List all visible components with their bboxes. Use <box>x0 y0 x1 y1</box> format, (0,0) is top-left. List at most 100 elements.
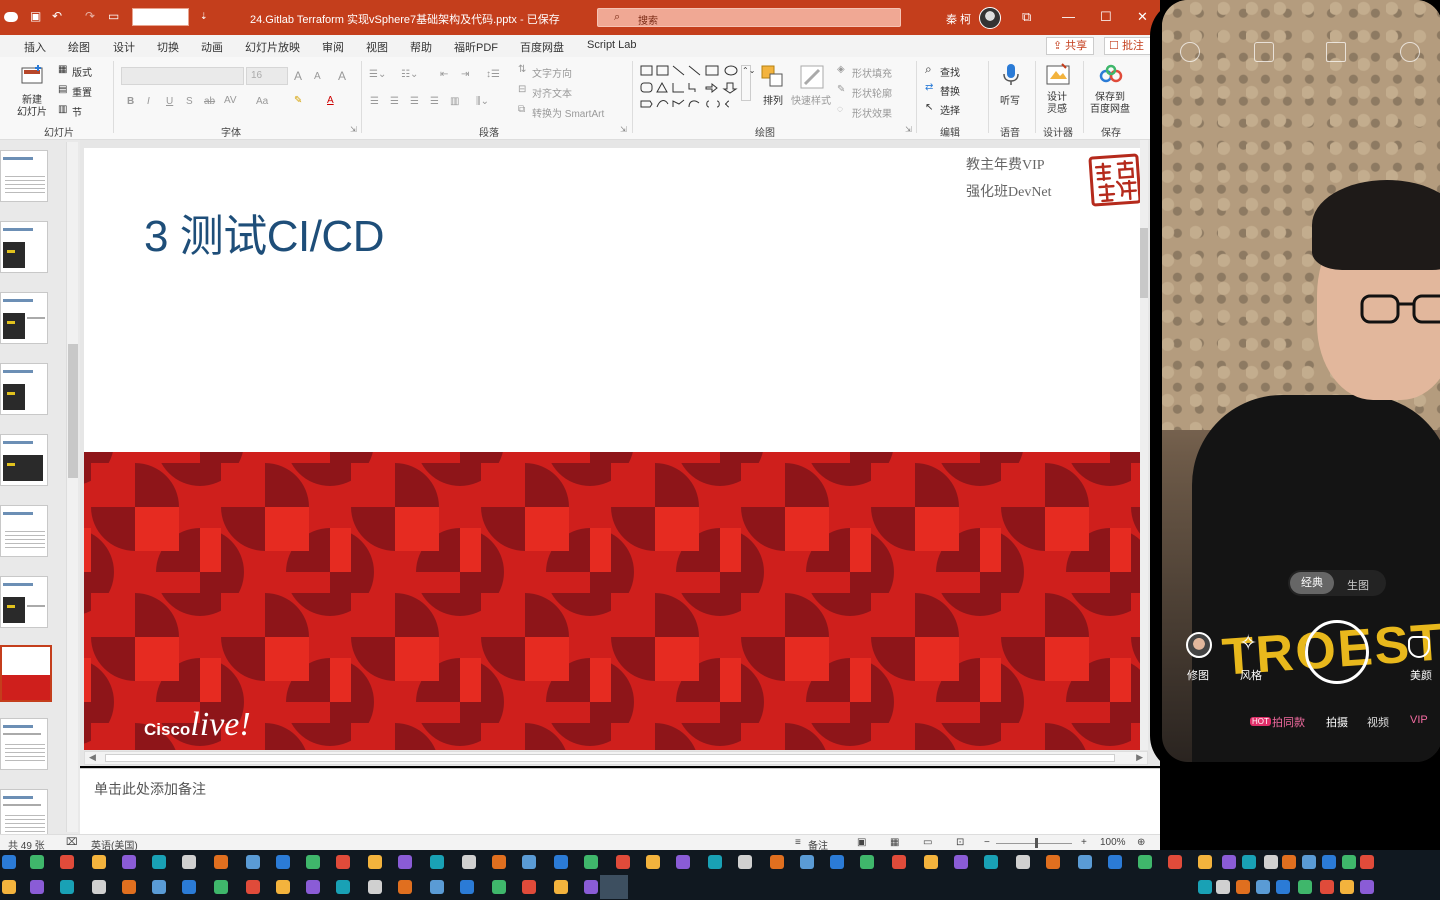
slideshow-icon[interactable]: ⊡ <box>956 837 964 848</box>
change-case-button[interactable]: Aa <box>256 96 268 107</box>
taskbar-app-icon[interactable] <box>1282 855 1296 869</box>
mode-same-style[interactable]: 拍同款 <box>1272 714 1305 730</box>
taskbar-app-icon[interactable] <box>2 880 16 894</box>
taskbar-app-icon[interactable] <box>1222 855 1236 869</box>
beauty-icon[interactable] <box>1408 636 1430 658</box>
shape-effects-button[interactable]: 形状效果 <box>852 105 892 120</box>
taskbar-app-icon[interactable] <box>1340 880 1354 894</box>
notes-pane[interactable]: 单击此处添加备注 <box>80 768 1160 834</box>
scrollbar-thumb[interactable] <box>68 344 78 478</box>
taskbar-app-icon[interactable] <box>492 880 506 894</box>
taskbar-app-icon[interactable] <box>92 880 106 894</box>
zoom-slider-thumb[interactable] <box>1035 838 1038 848</box>
paragraph-launcher-icon[interactable]: ⇲ <box>620 125 627 134</box>
shapes-gallery[interactable] <box>639 63 739 115</box>
columns-icon[interactable]: ⫼⌄ <box>476 96 489 107</box>
decrease-indent-icon[interactable]: ⇤ <box>440 69 448 80</box>
grow-font-button[interactable]: A <box>294 69 302 83</box>
taskbar-app-icon[interactable] <box>924 855 938 869</box>
slide-thumbnail-selected[interactable] <box>0 645 52 702</box>
taskbar-app-icon[interactable] <box>1298 880 1312 894</box>
taskbar-app-icon[interactable] <box>182 855 196 869</box>
slide-sorter-icon[interactable]: ▦ <box>890 837 899 848</box>
taskbar-app-icon[interactable] <box>1168 855 1182 869</box>
mode-video[interactable]: 视频 <box>1367 714 1389 730</box>
find-button[interactable]: 查找 <box>940 64 960 79</box>
shrink-font-button[interactable]: A <box>314 71 321 82</box>
taskbar-app-icon[interactable] <box>306 855 320 869</box>
taskbar-app-icon[interactable] <box>276 880 290 894</box>
char-spacing-button[interactable]: AV <box>224 95 237 106</box>
customize-qat-icon[interactable]: ⇣ <box>200 11 208 29</box>
taskbar-app-icon[interactable] <box>398 880 412 894</box>
avatar[interactable] <box>979 7 1001 29</box>
slide-title[interactable]: 3 测试CI/CD <box>144 200 384 264</box>
taskbar-app-icon[interactable] <box>892 855 906 869</box>
taskbar-app-icon[interactable] <box>584 880 598 894</box>
save-icon[interactable]: ▣ <box>30 9 41 27</box>
dictate-button[interactable]: 听写 <box>1000 92 1020 107</box>
taskbar-app-icon[interactable] <box>1322 855 1336 869</box>
tab-view[interactable]: 视图 <box>366 39 388 55</box>
notes-placeholder[interactable]: 单击此处添加备注 <box>94 779 206 799</box>
undo-icon[interactable]: ↶ <box>52 9 62 27</box>
zoom-slider[interactable] <box>996 843 1072 844</box>
taskbar-app-icon[interactable] <box>1264 855 1278 869</box>
shutter-button[interactable] <box>1305 620 1369 684</box>
pause-icon[interactable] <box>1180 42 1200 62</box>
taskbar-app-icon[interactable] <box>708 855 722 869</box>
slide-thumbnail[interactable] <box>0 363 48 415</box>
reset-button[interactable]: 重置 <box>72 84 92 99</box>
highlight-button[interactable]: ✎ <box>294 95 302 106</box>
align-text-button[interactable]: 对齐文本 <box>532 85 572 100</box>
taskbar-app-icon[interactable] <box>1138 855 1152 869</box>
taskbar-app-icon[interactable] <box>398 855 412 869</box>
underline-button[interactable]: U <box>166 96 173 107</box>
taskbar-app-icon[interactable] <box>1302 855 1316 869</box>
taskbar-app-icon[interactable] <box>30 855 44 869</box>
slide-thumbnail[interactable] <box>0 505 48 557</box>
taskbar-app-icon[interactable] <box>336 855 350 869</box>
tab-insert[interactable]: 插入 <box>24 39 46 55</box>
taskbar-app-icon[interactable] <box>1360 855 1374 869</box>
taskbar-app-icon[interactable] <box>1046 855 1060 869</box>
taskbar-app-icon[interactable] <box>800 855 814 869</box>
taskbar-app-icon[interactable] <box>1108 855 1122 869</box>
maximize-icon[interactable]: ☐ <box>1100 9 1112 25</box>
scroll-left-icon[interactable]: ◀ <box>89 752 96 763</box>
tab-design[interactable]: 设计 <box>113 39 135 55</box>
taskbar-app-icon[interactable] <box>152 855 166 869</box>
redo-icon[interactable]: ↷ <box>85 9 95 27</box>
tab-animations[interactable]: 动画 <box>201 39 223 55</box>
font-color-button[interactable]: A <box>327 95 334 106</box>
taskbar-app-icon[interactable] <box>2 855 16 869</box>
save-to-baidu-button[interactable]: 保存到 百度网盘 <box>1090 92 1130 116</box>
scrollbar-thumb[interactable] <box>1140 228 1148 298</box>
ribbon-display-icon[interactable]: ⧉ <box>1022 9 1031 25</box>
shape-fill-button[interactable]: 形状填充 <box>852 65 892 80</box>
accessibility-icon[interactable]: ⌧ <box>66 837 78 848</box>
normal-view-icon[interactable]: ▣ <box>857 837 866 848</box>
share-button[interactable]: ⇪ 共享 <box>1046 37 1094 55</box>
zoom-level[interactable]: 100% <box>1100 837 1126 848</box>
new-slide-button[interactable]: 新建 幻灯片 <box>12 95 52 119</box>
slide-horizontal-scrollbar[interactable]: ◀ ▶ <box>84 751 1148 765</box>
taskbar-app-icon[interactable] <box>522 855 536 869</box>
bold-button[interactable]: B <box>127 96 134 107</box>
line-spacing-icon[interactable]: ↕☰ <box>486 69 500 80</box>
taskbar-app-icon[interactable] <box>246 880 260 894</box>
taskbar-app-icon[interactable] <box>646 855 660 869</box>
slide-thumbnail[interactable] <box>0 150 48 202</box>
taskbar-app-icon[interactable] <box>462 855 476 869</box>
taskbar-app-icon[interactable] <box>430 855 444 869</box>
distribute-icon[interactable]: ▥ <box>450 96 459 107</box>
taskbar-app-icon[interactable] <box>830 855 844 869</box>
align-center-icon[interactable]: ☰ <box>390 96 399 107</box>
taskbar-app-icon[interactable] <box>306 880 320 894</box>
presentation-icon[interactable]: ▭ <box>108 9 119 27</box>
taskbar-app-icon[interactable] <box>522 880 536 894</box>
font-launcher-icon[interactable]: ⇲ <box>350 125 357 134</box>
tab-review[interactable]: 审阅 <box>322 39 344 55</box>
mode-vip[interactable]: VIP <box>1410 714 1428 726</box>
autosave-toggle[interactable] <box>4 12 18 22</box>
